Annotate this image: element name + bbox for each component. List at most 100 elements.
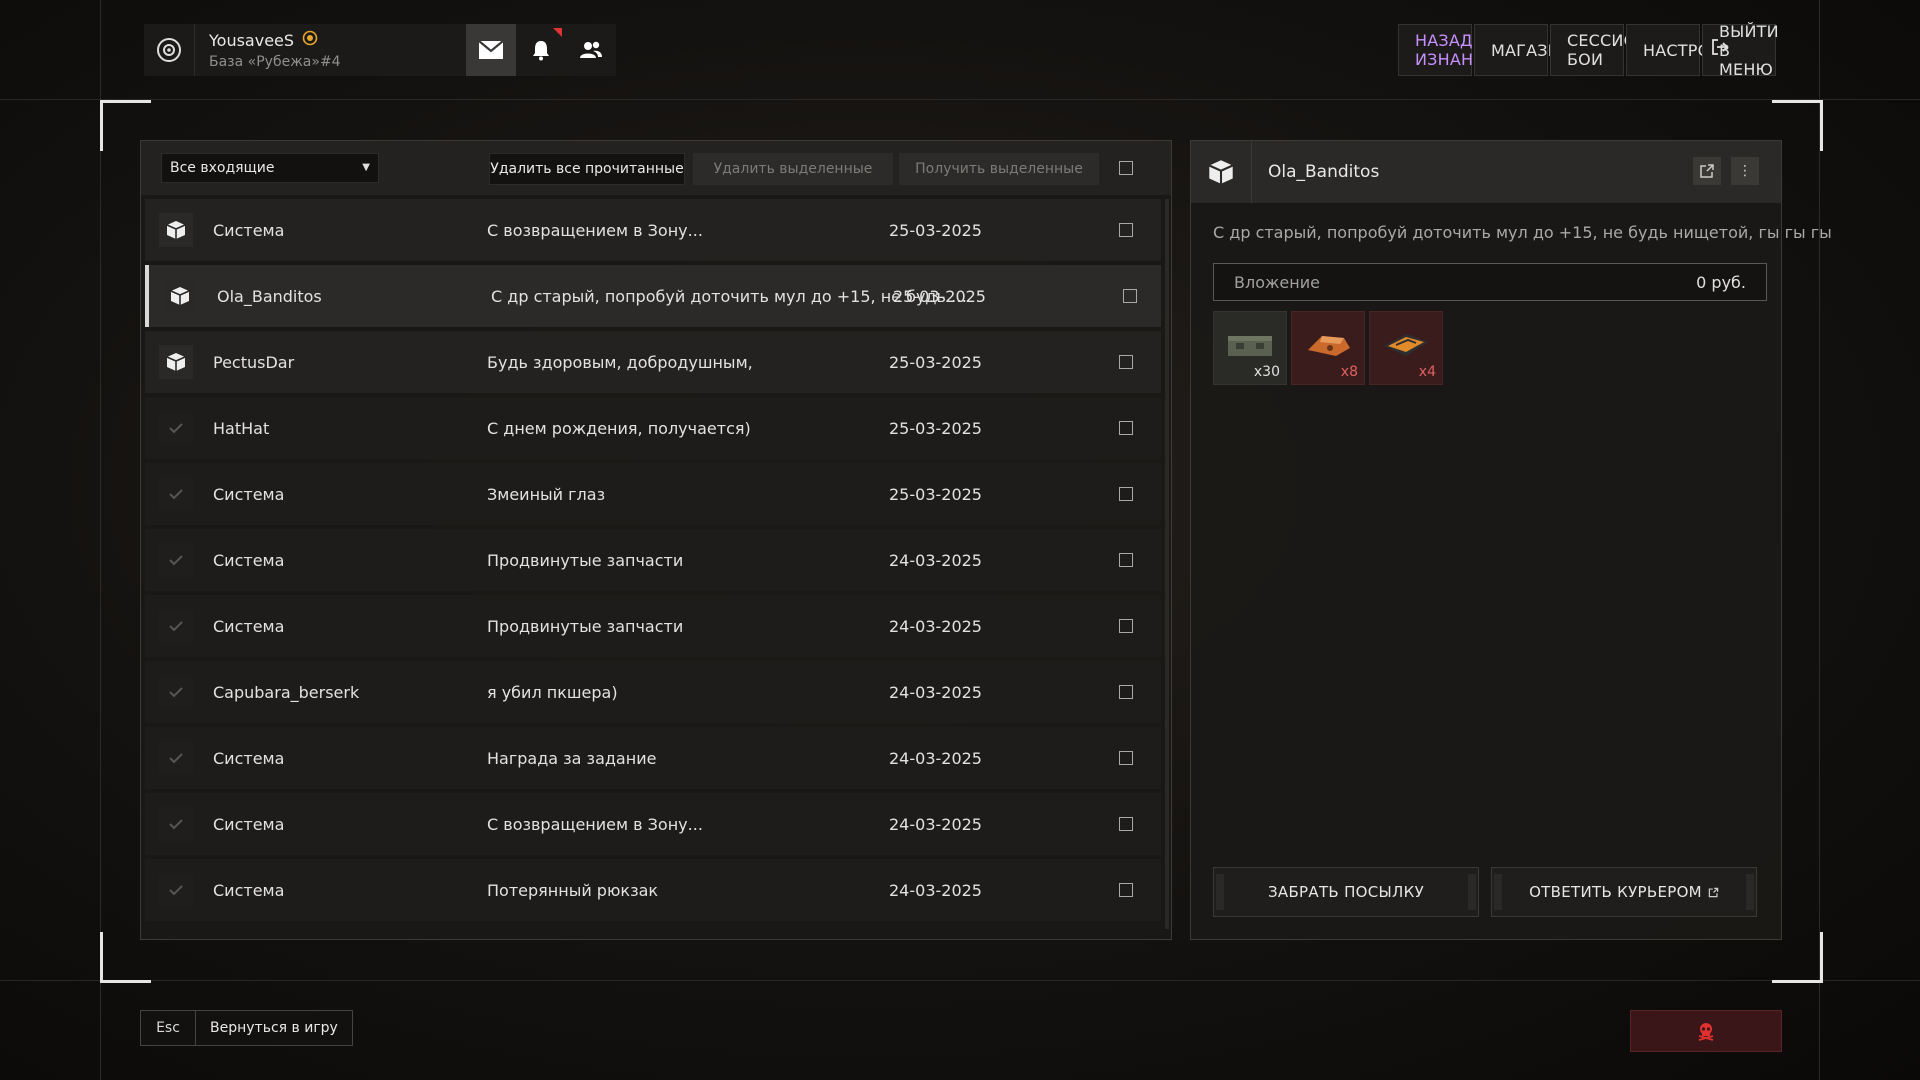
parcel-icon <box>163 279 197 313</box>
attachment-field: Вложение 0 руб. <box>1213 263 1767 301</box>
checkmark-icon <box>159 477 193 511</box>
message-date: 24-03-2025 <box>889 880 982 900</box>
message-row-selected[interactable]: Ola_Banditos С др старый, попробуй доточ… <box>145 265 1161 327</box>
message-checkbox[interactable] <box>1123 289 1137 303</box>
attachment-item[interactable]: x8 <box>1291 311 1365 385</box>
nav-settings[interactable]: НАСТРОЙКИ <box>1626 24 1746 76</box>
back-to-game-control[interactable]: Esc Вернуться в игру <box>140 1010 353 1046</box>
message-sender: Система <box>213 748 285 768</box>
nav-shop[interactable]: МАГАЗИН <box>1474 24 1572 76</box>
upgrade-part-icon <box>1308 336 1350 356</box>
esc-key: Esc <box>140 1010 196 1046</box>
attachment-label: Вложение <box>1234 272 1320 292</box>
report-button[interactable] <box>1630 1010 1782 1052</box>
message-date: 24-03-2025 <box>889 748 982 768</box>
external-link-icon <box>1708 887 1719 897</box>
get-selected-button[interactable]: Получить выделенные <box>899 153 1099 185</box>
message-sender: Система <box>213 880 285 900</box>
message-date: 24-03-2025 <box>889 550 982 570</box>
checkmark-icon <box>159 411 193 445</box>
message-checkbox[interactable] <box>1119 619 1133 633</box>
ammo-box-icon <box>1228 336 1272 356</box>
checkmark-icon <box>159 741 193 775</box>
mail-icon <box>478 40 504 59</box>
open-external-button[interactable] <box>1693 157 1721 185</box>
message-checkbox[interactable] <box>1119 685 1133 699</box>
message-checkbox[interactable] <box>1119 355 1133 369</box>
select-all-checkbox[interactable] <box>1119 161 1133 175</box>
message-detail-panel: Ola_Banditos ⋮ С др старый, попробуй дот… <box>1190 140 1832 940</box>
message-date: 25-03-2025 <box>889 484 982 504</box>
main-nav: НАЗАД В ИЗНАНКУ МАГАЗИН СЕССИОННЫЕ БОИ Н… <box>1398 22 1779 79</box>
reply-courier-label: ОТВЕТИТЬ КУРЬЕРОМ <box>1529 883 1702 901</box>
user-panel: YousaveeS База «Рубежа»#4 <box>144 24 616 76</box>
message-checkbox[interactable] <box>1119 421 1133 435</box>
message-checkbox[interactable] <box>1119 223 1133 237</box>
mail-button[interactable] <box>466 24 516 76</box>
notifications-button[interactable] <box>516 24 566 76</box>
message-checkbox[interactable] <box>1119 553 1133 567</box>
message-checkbox[interactable] <box>1119 751 1133 765</box>
take-parcel-button[interactable]: ЗАБРАТЬ ПОСЫЛКУ <box>1213 867 1479 917</box>
frame-line-top <box>0 99 1920 100</box>
username: YousaveeS <box>209 30 295 50</box>
message-sender: Capubara_berserk <box>213 682 360 702</box>
kebab-menu-icon: ⋮ <box>1738 163 1752 179</box>
inbox-toolbar: Все входящие ▼ Удалить все прочитанные У… <box>141 141 1171 195</box>
bell-icon <box>533 41 549 61</box>
friends-button[interactable] <box>566 24 616 76</box>
message-row[interactable]: Capubara_berserk я убил пкшера) 24-03-20… <box>145 661 1161 723</box>
frame-line-right <box>1819 0 1820 1080</box>
message-date: 25-03-2025 <box>893 286 986 306</box>
message-sender: Система <box>213 616 285 636</box>
message-checkbox[interactable] <box>1119 817 1133 831</box>
message-date: 24-03-2025 <box>889 616 982 636</box>
message-row[interactable]: Система Продвинутые запчасти 24-03-2025 <box>145 529 1161 591</box>
item-count: x4 <box>1418 364 1436 380</box>
inbox-filter-select[interactable]: Все входящие ▼ <box>161 153 379 183</box>
message-row[interactable]: HatHat С днем рождения, получается) 25-0… <box>145 397 1161 459</box>
message-sender: HatHat <box>213 418 270 438</box>
message-row[interactable]: Система Потерянный рюкзак 24-03-2025 <box>145 859 1161 921</box>
frame-line-left <box>100 0 101 1080</box>
checkmark-icon <box>159 675 193 709</box>
nav-exit-to-menu[interactable]: ВЫЙТИ В МЕНЮ <box>1702 22 1779 79</box>
faction-emblem-icon[interactable] <box>144 24 195 76</box>
message-row[interactable]: PectusDar Будь здоровым, добродушным, 25… <box>145 331 1161 393</box>
inbox-panel: Все входящие ▼ Удалить все прочитанные У… <box>140 140 1172 940</box>
message-date: 25-03-2025 <box>889 220 982 240</box>
checkmark-icon <box>159 873 193 907</box>
parcel-icon <box>1191 141 1252 203</box>
notification-indicator <box>553 28 562 37</box>
delete-read-button[interactable]: Удалить все прочитанные <box>489 153 685 185</box>
message-row[interactable]: Система Продвинутые запчасти 24-03-2025 <box>145 595 1161 657</box>
message-date: 25-03-2025 <box>889 352 982 372</box>
attachment-item[interactable]: x4 <box>1369 311 1443 385</box>
detail-sender: Ola_Banditos <box>1268 162 1380 182</box>
item-count: x8 <box>1340 364 1358 380</box>
checkmark-icon <box>159 543 193 577</box>
reply-courier-button[interactable]: ОТВЕТИТЬ КУРЬЕРОМ <box>1491 867 1757 917</box>
nav-session-battles[interactable]: СЕССИОННЫЕ БОИ <box>1550 24 1685 76</box>
item-count: x30 <box>1253 364 1280 380</box>
message-row[interactable]: Система С возвращением в Зону... 24-03-2… <box>145 793 1161 855</box>
delete-selected-button[interactable]: Удалить выделенные <box>693 153 893 185</box>
message-row[interactable]: Система Змеиный глаз 25-03-2025 <box>145 463 1161 525</box>
nav-back-to-underside[interactable]: НАЗАД В ИЗНАНКУ <box>1398 24 1495 76</box>
message-checkbox[interactable] <box>1119 487 1133 501</box>
message-row[interactable]: Система С возвращением в Зону... 25-03-2… <box>145 199 1161 261</box>
attachment-item[interactable]: x30 <box>1213 311 1287 385</box>
frame-line-bottom <box>0 980 1920 981</box>
attachment-value: 0 руб. <box>1696 272 1746 292</box>
message-row[interactable]: Система Награда за задание 24-03-2025 <box>145 727 1161 789</box>
more-options-button[interactable]: ⋮ <box>1731 157 1759 185</box>
exit-icon <box>1712 39 1729 55</box>
message-list-scrollbar[interactable] <box>1165 199 1169 929</box>
friends-icon <box>580 41 602 58</box>
checkmark-icon <box>159 609 193 643</box>
message-checkbox[interactable] <box>1119 883 1133 897</box>
detail-header: Ola_Banditos ⋮ <box>1191 141 1781 203</box>
message-sender: Система <box>213 220 285 240</box>
attachment-items: x30 x8 x4 <box>1213 311 1443 385</box>
message-sender: Система <box>213 484 285 504</box>
